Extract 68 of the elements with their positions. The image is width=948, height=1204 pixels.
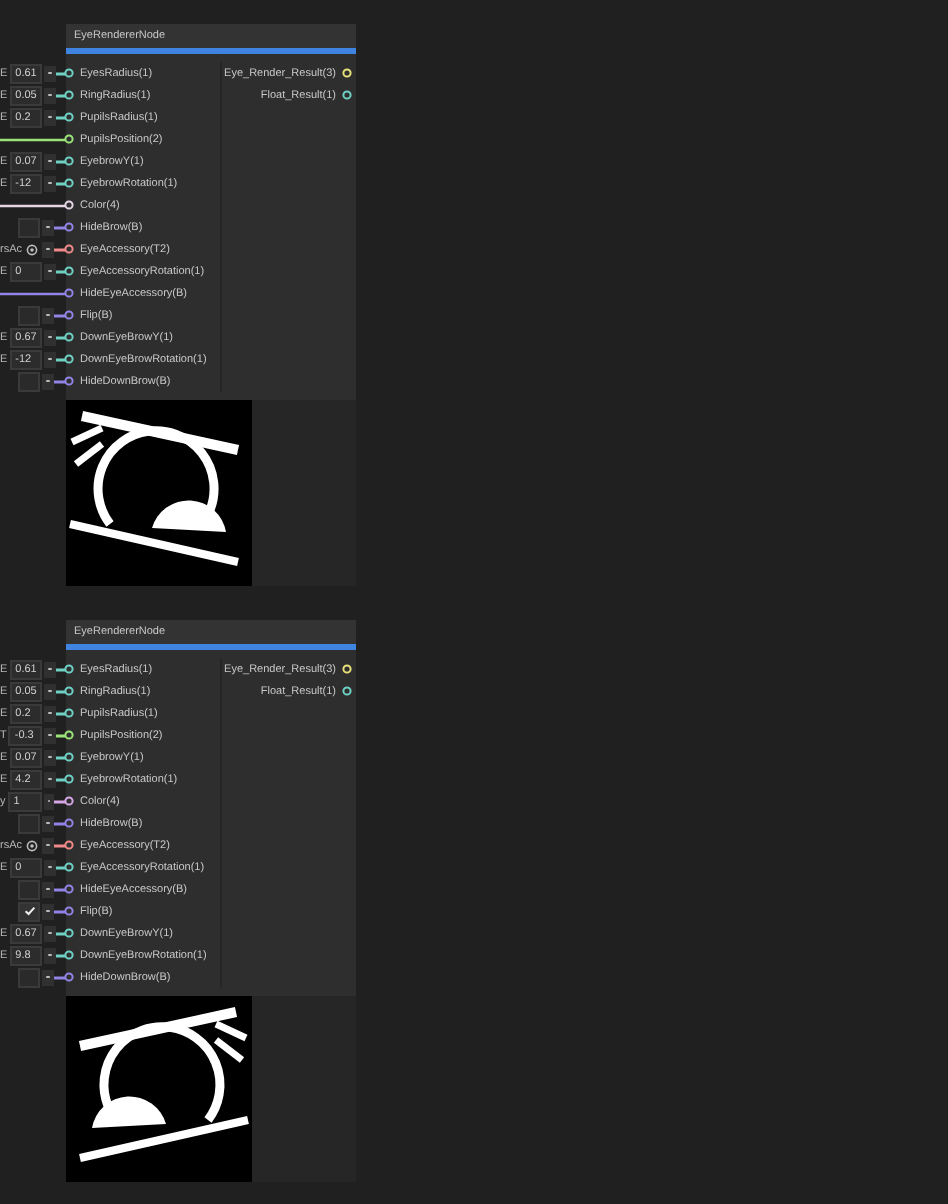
port-icon[interactable]	[64, 906, 74, 916]
connector-handle[interactable]	[43, 793, 55, 809]
checkbox[interactable]	[18, 967, 40, 987]
connector-handle[interactable]	[44, 329, 56, 345]
connector-handle[interactable]	[42, 307, 54, 323]
checkbox[interactable]	[18, 217, 40, 237]
connector-handle[interactable]	[44, 351, 56, 367]
port-icon[interactable]	[64, 664, 74, 674]
connector-handle[interactable]	[44, 925, 56, 941]
port-icon[interactable]	[64, 332, 74, 342]
port-icon[interactable]	[64, 730, 74, 740]
connector-handle[interactable]	[42, 373, 54, 389]
checkbox[interactable]	[18, 305, 40, 325]
connector-handle[interactable]	[42, 241, 54, 257]
connector-handle[interactable]	[42, 969, 54, 985]
port-icon[interactable]	[64, 884, 74, 894]
connector-handle[interactable]	[44, 87, 56, 103]
checkbox[interactable]	[18, 371, 40, 391]
port-icon[interactable]	[64, 90, 74, 100]
connector-handle[interactable]	[44, 727, 56, 743]
connector-handle[interactable]	[44, 263, 56, 279]
port-icon[interactable]	[64, 156, 74, 166]
connector-handle[interactable]	[44, 109, 56, 125]
connector-handle[interactable]	[44, 705, 56, 721]
connector-handle[interactable]	[44, 65, 56, 81]
connector-handle[interactable]	[44, 749, 56, 765]
port-icon[interactable]	[64, 928, 74, 938]
connector-handle[interactable]	[42, 903, 54, 919]
check-icon	[23, 906, 35, 916]
connector-handle[interactable]	[42, 815, 54, 831]
port-icon[interactable]	[64, 68, 74, 78]
connector-handle[interactable]	[44, 771, 56, 787]
port-icon[interactable]	[64, 112, 74, 122]
port-icon[interactable]	[64, 752, 74, 762]
connector-handle[interactable]	[42, 219, 54, 235]
port-icon[interactable]	[64, 774, 74, 784]
port-icon[interactable]	[64, 310, 74, 320]
port-icon[interactable]	[64, 818, 74, 828]
port-icon[interactable]	[64, 840, 74, 850]
port-icon[interactable]	[64, 354, 74, 364]
port-icon[interactable]	[64, 686, 74, 696]
target-icon[interactable]	[26, 243, 38, 255]
port-icon[interactable]	[64, 972, 74, 982]
port-icon[interactable]	[64, 950, 74, 960]
target-icon[interactable]	[26, 839, 38, 851]
port-icon[interactable]	[64, 708, 74, 718]
port-icon[interactable]	[64, 862, 74, 872]
checkbox[interactable]	[18, 813, 40, 833]
port-icon[interactable]	[64, 376, 74, 386]
port-icon[interactable]	[64, 266, 74, 276]
connector-handle[interactable]	[44, 683, 56, 699]
port-icon[interactable]	[64, 134, 74, 144]
port-icon[interactable]	[64, 244, 74, 254]
connector-handle[interactable]	[44, 859, 56, 875]
port-icon[interactable]	[64, 288, 74, 298]
connector-handle[interactable]	[42, 881, 54, 897]
port-icon[interactable]	[342, 90, 352, 100]
port-icon[interactable]	[64, 796, 74, 806]
port-icon[interactable]	[342, 686, 352, 696]
port-icon[interactable]	[64, 178, 74, 188]
port-icon[interactable]	[64, 222, 74, 232]
connector-handle[interactable]	[42, 837, 54, 853]
connector-handle[interactable]	[44, 661, 56, 677]
connector-handle[interactable]	[44, 175, 56, 191]
connector-handle[interactable]	[44, 947, 56, 963]
checkbox[interactable]	[18, 901, 40, 921]
connector-handle[interactable]	[44, 153, 56, 169]
checkbox[interactable]	[18, 879, 40, 899]
